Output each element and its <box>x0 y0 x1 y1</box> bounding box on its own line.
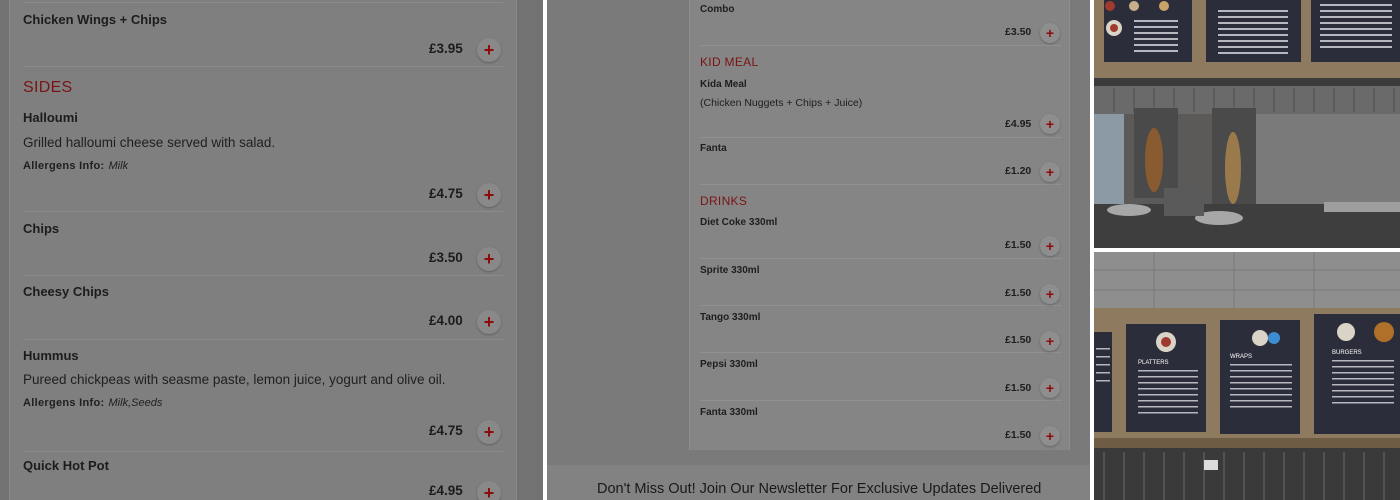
item-price: £4.75 <box>429 423 463 438</box>
menu-item-kida-meal[interactable]: Kida Meal (Chicken Nuggets + Chips + Jui… <box>700 72 1062 138</box>
menu-item-chicken-wings[interactable]: Chicken Wings + Chips £3.95 + <box>23 3 503 67</box>
menu-item-chips[interactable]: Chips £3.50 + <box>23 212 503 276</box>
item-price: £3.50 <box>1005 26 1032 38</box>
category-heading-kid-meal: KID MEAL <box>700 55 759 69</box>
add-to-cart-button[interactable]: + <box>1040 378 1060 398</box>
wraps-sign: WRAPS <box>1230 354 1252 360</box>
item-name: Fanta <box>700 143 727 154</box>
main-menu-panel: Chicken Wings + Chips £3.95 + SIDES Hall… <box>0 0 543 500</box>
menu-item-fanta[interactable]: Fanta £1.20 + <box>700 138 1062 185</box>
menu-item-cheesy-chips[interactable]: Cheesy Chips £4.00 + <box>23 276 503 340</box>
add-to-cart-button[interactable]: + <box>477 310 501 334</box>
category-heading-drinks: DRINKS <box>700 194 748 208</box>
add-to-cart-button[interactable]: + <box>1040 23 1060 43</box>
item-description: Grilled halloumi cheese served with sala… <box>23 135 276 150</box>
item-name: Sprite 330ml <box>700 265 760 276</box>
item-price: £1.50 <box>1005 429 1032 441</box>
item-name: Chicken Wings + Chips <box>23 12 167 27</box>
item-name: Quick Hot Pot <box>23 458 109 473</box>
add-to-cart-button[interactable]: + <box>477 247 501 271</box>
item-description: Pureed chickpeas with seasme paste, lemo… <box>23 372 446 387</box>
item-price: £4.95 <box>429 483 463 498</box>
item-price: £1.50 <box>1005 334 1032 346</box>
menu-item-fanta-330[interactable]: Fanta 330ml £1.50 + <box>700 401 1062 449</box>
menu-item-quick-hot-pot[interactable]: Quick Hot Pot £4.95 + <box>23 452 503 500</box>
menu-item-sprite[interactable]: Sprite 330ml £1.50 + <box>700 259 1062 306</box>
allergens-value: Milk <box>108 160 129 172</box>
item-description: (Chicken Nuggets + Chips + Juice) <box>700 97 863 109</box>
add-to-cart-button[interactable]: + <box>1040 331 1060 351</box>
item-name: Fanta 330ml <box>700 407 758 418</box>
add-to-cart-button[interactable]: + <box>1040 162 1060 182</box>
allergens-value: Milk,Seeds <box>108 397 163 409</box>
add-to-cart-button[interactable]: + <box>1040 114 1060 134</box>
item-name: Combo <box>700 4 735 15</box>
item-price: £4.75 <box>429 186 463 201</box>
item-price: £1.20 <box>1005 165 1032 177</box>
add-to-cart-button[interactable]: + <box>1040 426 1060 446</box>
add-to-cart-button[interactable]: + <box>477 481 501 500</box>
menu-board-photo-image: PLATTERS WRAPS BURGERS <box>1094 252 1400 500</box>
menu-board-photo[interactable]: PLATTERS WRAPS BURGERS <box>1094 252 1400 500</box>
item-name: Cheesy Chips <box>23 284 109 299</box>
menu-item-hummus[interactable]: Hummus Pureed chickpeas with seasme past… <box>23 340 503 452</box>
add-to-cart-button[interactable]: + <box>477 183 501 207</box>
menu-item-tango[interactable]: Tango 330ml £1.50 + <box>700 306 1062 353</box>
item-name: Halloumi <box>23 110 78 125</box>
newsletter-heading: Don't Miss Out! Join Our Newsletter For … <box>597 481 1042 497</box>
menu-item-combo[interactable]: Combo £3.50 + <box>700 0 1062 46</box>
allergens-label: Allergens Info: <box>23 397 105 409</box>
item-name: Tango 330ml <box>700 312 761 323</box>
menu-item-pepsi[interactable]: Pepsi 330ml £1.50 + <box>700 353 1062 401</box>
kitchen-photo[interactable] <box>1094 0 1400 248</box>
add-to-cart-button[interactable]: + <box>1040 284 1060 304</box>
item-price: £1.50 <box>1005 239 1032 251</box>
category-heading-sides: SIDES <box>23 79 73 96</box>
add-to-cart-button[interactable]: + <box>1040 236 1060 256</box>
item-name: Hummus <box>23 348 79 363</box>
item-name: Kida Meal <box>700 79 747 90</box>
kitchen-photo-image <box>1094 0 1400 248</box>
burgers-sign: BURGERS <box>1332 350 1362 356</box>
item-price: £4.00 <box>429 313 463 328</box>
platters-sign: PLATTERS <box>1138 360 1169 366</box>
add-to-cart-button[interactable]: + <box>477 38 501 62</box>
allergens-label: Allergens Info: <box>23 160 105 172</box>
restaurant-photo-gallery: PLATTERS WRAPS BURGERS <box>1094 0 1400 500</box>
item-price: £4.95 <box>1005 118 1032 130</box>
item-price: £1.50 <box>1005 382 1032 394</box>
menu-item-diet-coke[interactable]: Diet Coke 330ml £1.50 + <box>700 212 1062 259</box>
item-name: Pepsi 330ml <box>700 359 758 370</box>
item-price: £3.50 <box>429 250 463 265</box>
allergens-info: Allergens Info: Milk,Seeds <box>23 397 162 409</box>
item-name: Diet Coke 330ml <box>700 217 778 228</box>
menu-item-halloumi[interactable]: Halloumi Grilled halloumi cheese served … <box>23 100 503 212</box>
item-name: Chips <box>23 221 60 236</box>
add-to-cart-button[interactable]: + <box>477 420 501 444</box>
item-price: £3.95 <box>429 41 463 56</box>
allergens-info: Allergens Info: Milk <box>23 160 128 172</box>
item-price: £1.50 <box>1005 287 1032 299</box>
